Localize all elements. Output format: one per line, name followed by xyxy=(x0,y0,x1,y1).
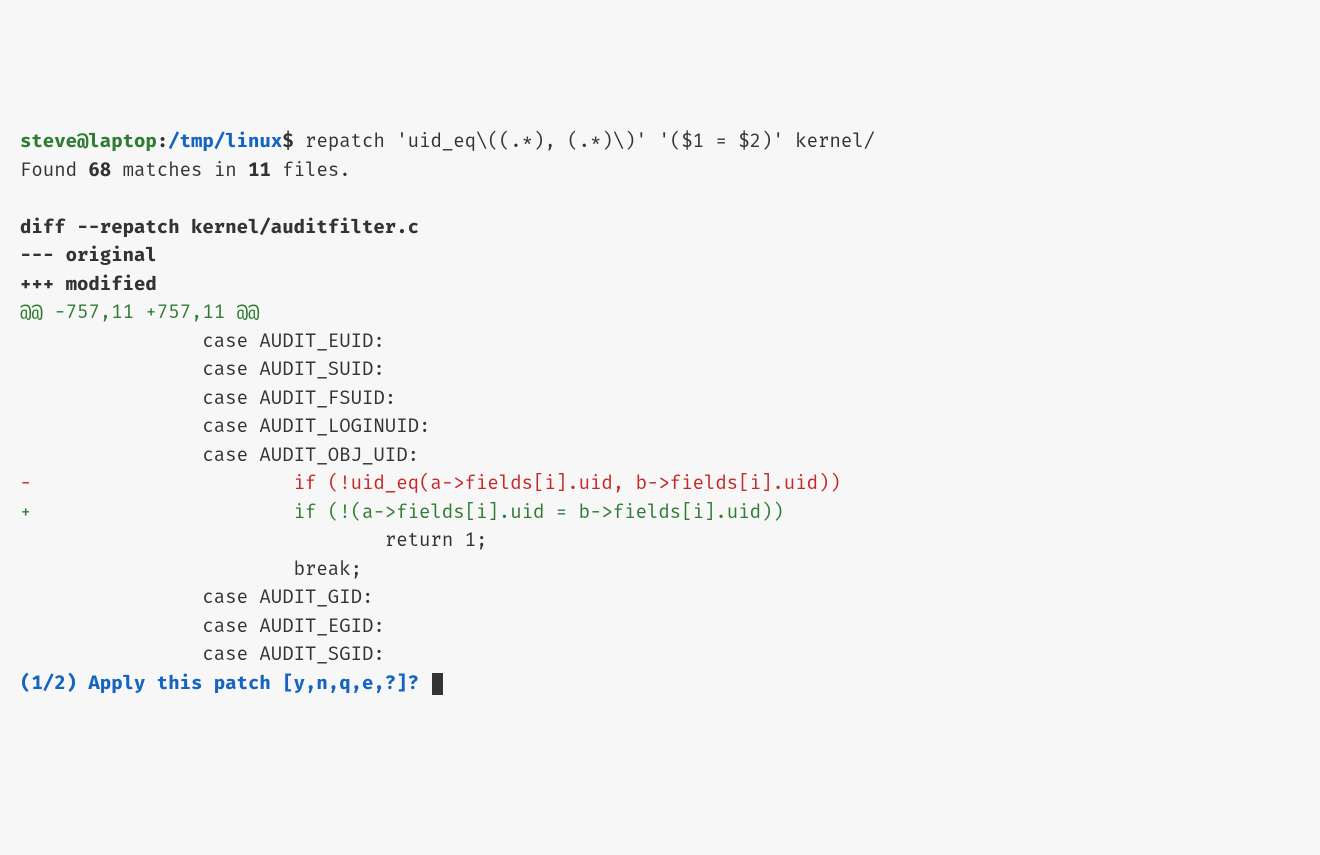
apply-prompt[interactable]: (1/2) Apply this patch [y,n,q,e,?]? xyxy=(20,672,430,695)
diff-context-line: case AUDIT_FSUID: xyxy=(20,387,396,410)
result-mid: matches in xyxy=(111,159,248,182)
result-suffix: files. xyxy=(271,159,351,182)
diff-new-header: +++ modified xyxy=(20,273,157,296)
diff-context-line: return 1; xyxy=(20,529,487,552)
prompt-user: steve@laptop xyxy=(20,130,157,153)
prompt-colon: : xyxy=(157,130,168,153)
diff-context-line: case AUDIT_EGID: xyxy=(20,615,385,638)
diff-deleted-line: - if (!uid_eq(a->fields[i].uid, b->field… xyxy=(20,472,841,495)
prompt-path: /tmp/linux xyxy=(168,130,282,153)
diff-header: diff --repatch kernel/auditfilter.c xyxy=(20,216,419,239)
diff-context-line: case AUDIT_EUID: xyxy=(20,330,385,353)
diff-hunk: @@ -757,11 +757,11 @@ xyxy=(20,301,259,324)
diff-added-line: + if (!(a->fields[i].uid = b->fields[i].… xyxy=(20,501,784,524)
result-count-matches: 68 xyxy=(88,159,111,182)
result-prefix: Found xyxy=(20,159,88,182)
diff-context-line: case AUDIT_SGID: xyxy=(20,643,385,666)
diff-context-line: break; xyxy=(20,558,362,581)
diff-context-line: case AUDIT_SUID: xyxy=(20,358,385,381)
command-text: repatch 'uid_eq\((.*), (.*)\)' '($1 = $2… xyxy=(294,130,875,153)
result-count-files: 11 xyxy=(248,159,271,182)
diff-context-line: case AUDIT_OBJ_UID: xyxy=(20,444,419,467)
diff-context-line: case AUDIT_GID: xyxy=(20,586,373,609)
prompt-dollar: $ xyxy=(282,130,293,153)
diff-context-line: case AUDIT_LOGINUID: xyxy=(20,415,430,438)
diff-old-header: --- original xyxy=(20,244,157,267)
cursor-icon xyxy=(432,673,443,695)
terminal[interactable]: steve@laptop:/tmp/linux$ repatch 'uid_eq… xyxy=(20,128,1300,698)
